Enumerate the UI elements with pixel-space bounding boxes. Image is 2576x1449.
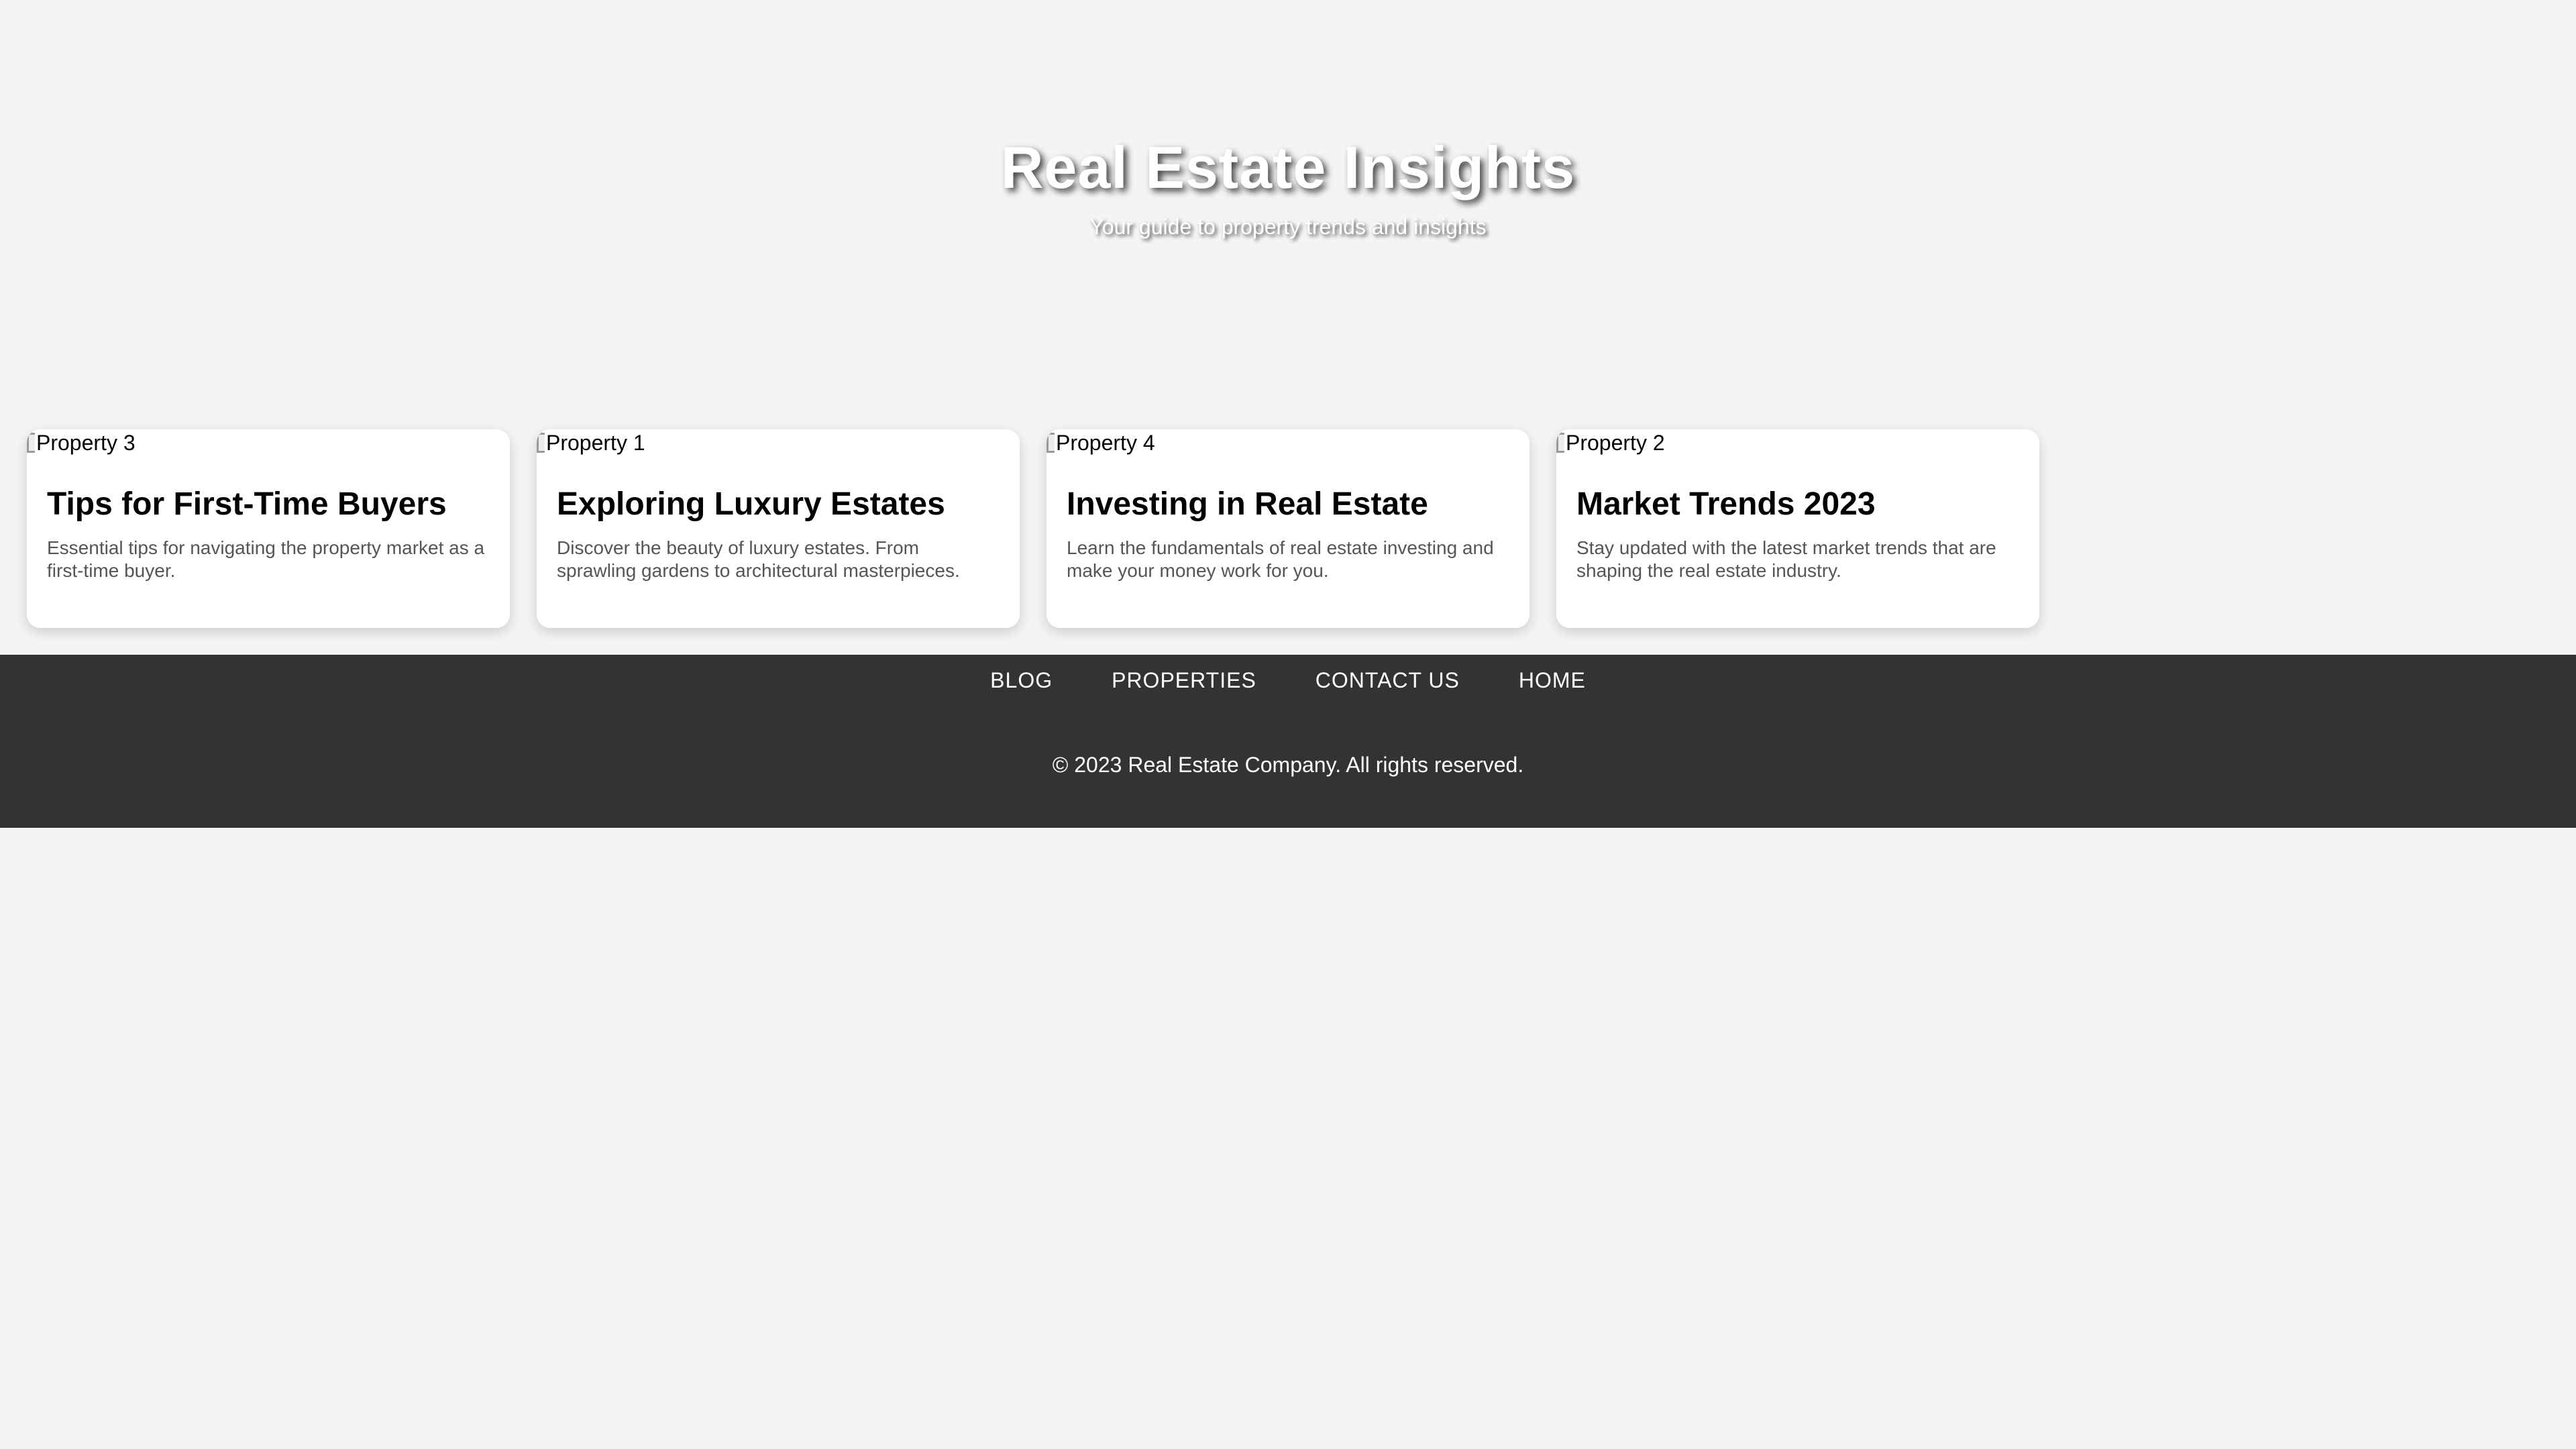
card-image-alt: Property 2 (1566, 431, 1665, 455)
footer-link-blog[interactable]: BLOG (990, 667, 1053, 694)
footer-link-properties[interactable]: PROPERTIES (1112, 667, 1256, 694)
page-subtitle: Your guide to property trends and insigh… (1089, 215, 1487, 239)
card-image: Property 1 (537, 429, 1020, 456)
card-description: Stay updated with the latest market tren… (1576, 537, 1996, 581)
broken-image-icon (537, 433, 545, 453)
blog-card[interactable]: Property 2 Market Trends 2023 Stay updat… (1556, 429, 2039, 628)
card-image-alt: Property 3 (36, 431, 136, 455)
card-image: Property 4 (1046, 429, 1529, 456)
copyright-text: © 2023 Real Estate Company. All rights r… (1052, 753, 1524, 777)
card-grid: Property 3 Tips for First-Time Buyers Es… (0, 402, 2576, 655)
blog-card[interactable]: Property 3 Tips for First-Time Buyers Es… (27, 429, 510, 628)
blog-card[interactable]: Property 1 Exploring Luxury Estates Disc… (537, 429, 1020, 628)
card-image: Property 3 (27, 429, 510, 456)
card-description: Learn the fundamentals of real estate in… (1067, 537, 1494, 581)
site-footer: BLOG PROPERTIES CONTACT US HOME © 2023 R… (0, 655, 2576, 828)
card-title[interactable]: Investing in Real Estate (1067, 486, 1509, 523)
page-title: Real Estate Insights (1000, 134, 1576, 201)
card-title[interactable]: Exploring Luxury Estates (557, 486, 1000, 523)
footer-nav: BLOG PROPERTIES CONTACT US HOME (0, 655, 2576, 694)
broken-image-icon (1556, 433, 1564, 453)
card-body: Investing in Real Estate Learn the funda… (1046, 456, 1529, 582)
footer-link-home[interactable]: HOME (1519, 667, 1586, 694)
card-title[interactable]: Market Trends 2023 (1576, 486, 2019, 523)
broken-image-icon (27, 433, 35, 453)
card-image-alt: Property 1 (546, 431, 645, 455)
blog-card[interactable]: Property 4 Investing in Real Estate Lear… (1046, 429, 1529, 628)
card-description: Discover the beauty of luxury estates. F… (557, 537, 960, 581)
card-description: Essential tips for navigating the proper… (47, 537, 485, 581)
card-body: Exploring Luxury Estates Discover the be… (537, 456, 1020, 582)
card-body: Tips for First-Time Buyers Essential tip… (27, 456, 510, 582)
footer-link-contact-us[interactable]: CONTACT US (1316, 667, 1460, 694)
card-image-alt: Property 4 (1056, 431, 1155, 455)
card-body: Market Trends 2023 Stay updated with the… (1556, 456, 2039, 582)
card-image: Property 2 (1556, 429, 2039, 456)
hero-header: Real Estate Insights Your guide to prope… (0, 0, 2576, 402)
broken-image-icon (1046, 433, 1055, 453)
card-title[interactable]: Tips for First-Time Buyers (47, 486, 490, 523)
